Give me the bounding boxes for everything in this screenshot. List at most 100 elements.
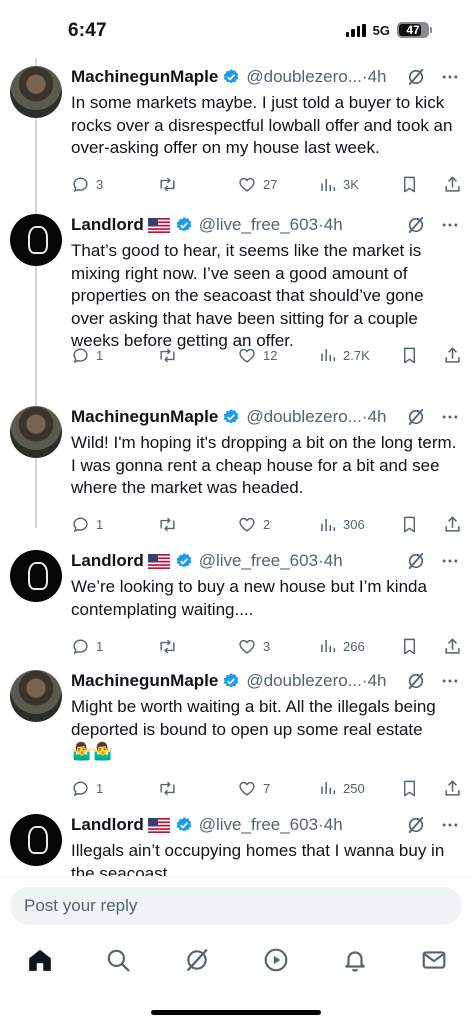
author-handle[interactable]: @doublezero... [246,671,362,691]
grok-icon[interactable] [183,946,211,974]
views-count: 266 [343,638,365,654]
bookmark-button[interactable] [401,346,443,365]
search-icon[interactable] [104,946,132,974]
avatar[interactable] [10,214,62,266]
timestamp[interactable]: 4h [368,407,387,427]
more-options-icon[interactable] [440,67,460,87]
avatar[interactable] [10,670,62,722]
more-options-icon[interactable] [440,215,460,235]
us-flag-icon [147,553,170,569]
like-button[interactable]: 12 [237,346,319,365]
author-name[interactable]: Landlord [71,215,144,235]
avatar[interactable] [10,550,62,602]
home-icon[interactable] [26,946,54,974]
status-time: 6:47 [68,20,107,41]
messages-icon[interactable] [420,946,448,974]
grok-icon[interactable] [406,551,426,571]
views-count: 250 [343,780,365,796]
more-options-icon[interactable] [440,815,460,835]
like-button[interactable]: 7 [237,779,319,798]
repost-button[interactable] [157,175,237,194]
author-handle[interactable]: @doublezero... [246,407,362,427]
tweet[interactable]: Landlord @live_free_603 · 4h We’re looking t… [0,550,472,665]
share-button[interactable] [443,779,462,798]
share-button[interactable] [443,175,462,194]
like-count: 27 [263,177,278,192]
views-count: 2.7K [343,347,370,363]
grok-icon[interactable] [406,671,426,691]
like-button[interactable]: 27 [237,175,319,194]
tweet-text: That’s good to hear, it seems like the m… [71,240,460,353]
bookmark-button[interactable] [401,779,443,798]
like-count: 7 [263,780,271,796]
timestamp[interactable]: 4h [324,815,343,835]
author-handle[interactable]: @live_free_603 [199,551,318,571]
reply-count: 1 [96,517,104,532]
tweet-text: In some markets maybe. I just told a buy… [71,92,460,160]
reply-button[interactable]: 3 [71,175,157,194]
more-options-icon[interactable] [440,407,460,427]
reply-input[interactable] [10,887,462,925]
views-button[interactable]: 2.7K [319,346,401,364]
author-name[interactable]: Landlord [71,551,144,571]
avatar[interactable] [10,406,62,458]
like-button[interactable]: 2 [237,515,319,534]
more-options-icon[interactable] [440,671,460,691]
views-button[interactable]: 250 [319,779,401,797]
grok-icon[interactable] [406,815,426,835]
timestamp[interactable]: 4h [368,67,387,87]
author-handle[interactable]: @doublezero... [246,67,362,87]
tweet[interactable]: MachinegunMaple @doublezero... · 4h Wild! I'… [0,406,472,544]
share-button[interactable] [443,346,462,365]
author-handle[interactable]: @live_free_603 [199,215,318,235]
tweet[interactable]: Landlord @live_free_603 · 4h That’s good to … [0,214,472,374]
tweet-actions: 1 12 2.7K [71,344,462,366]
grok-icon[interactable] [406,215,426,235]
views-button[interactable]: 3K [319,176,401,194]
verified-badge-icon [175,552,193,570]
tweet-text-content: We’re looking to buy a new house but I’m… [71,577,427,619]
share-button[interactable] [443,637,462,656]
bookmark-button[interactable] [401,637,443,656]
author-name[interactable]: Landlord [71,815,144,835]
timestamp[interactable]: 4h [368,671,387,691]
repost-button[interactable] [157,637,237,656]
timestamp[interactable]: 4h [324,215,343,235]
notifications-icon[interactable] [341,946,369,974]
repost-button[interactable] [157,346,237,365]
tweet[interactable]: MachinegunMaple @doublezero... · 4h In some … [0,66,472,204]
grok-icon[interactable] [406,407,426,427]
share-button[interactable] [443,515,462,534]
views-button[interactable]: 266 [319,637,401,655]
views-button[interactable]: 306 [319,516,401,534]
battery-tip [430,27,432,33]
timestamp[interactable]: 4h [324,551,343,571]
more-options-icon[interactable] [440,551,460,571]
reply-button[interactable]: 1 [71,779,157,798]
bookmark-button[interactable] [401,515,443,534]
tweet[interactable]: Landlord @live_free_603 · 4h Illegals ain’t … [0,814,472,876]
like-button[interactable]: 3 [237,637,319,656]
author-name[interactable]: MachinegunMaple [71,67,218,87]
reply-button[interactable]: 1 [71,346,157,365]
like-count: 3 [263,638,271,654]
reply-count: 1 [96,638,104,654]
reply-button[interactable]: 1 [71,637,157,656]
author-name[interactable]: MachinegunMaple [71,407,218,427]
repost-button[interactable] [157,779,237,798]
grok-icon[interactable] [406,67,426,87]
avatar[interactable] [10,66,62,118]
repost-button[interactable] [157,515,237,534]
tweet-header: Landlord @live_free_603 · 4h [71,814,460,836]
like-count: 2 [263,517,271,532]
video-icon[interactable] [262,946,290,974]
author-handle[interactable]: @live_free_603 [199,815,318,835]
avatar[interactable] [10,814,62,866]
author-name[interactable]: MachinegunMaple [71,671,218,691]
tweet-text: Might be worth waiting a bit. All the il… [71,696,460,764]
bookmark-button[interactable] [401,175,443,194]
tweet[interactable]: MachinegunMaple @doublezero... · 4h Might be… [0,670,472,807]
verified-badge-icon [222,408,240,426]
reply-button[interactable]: 1 [71,515,157,534]
tweet-actions: 1 3 266 [71,635,462,657]
